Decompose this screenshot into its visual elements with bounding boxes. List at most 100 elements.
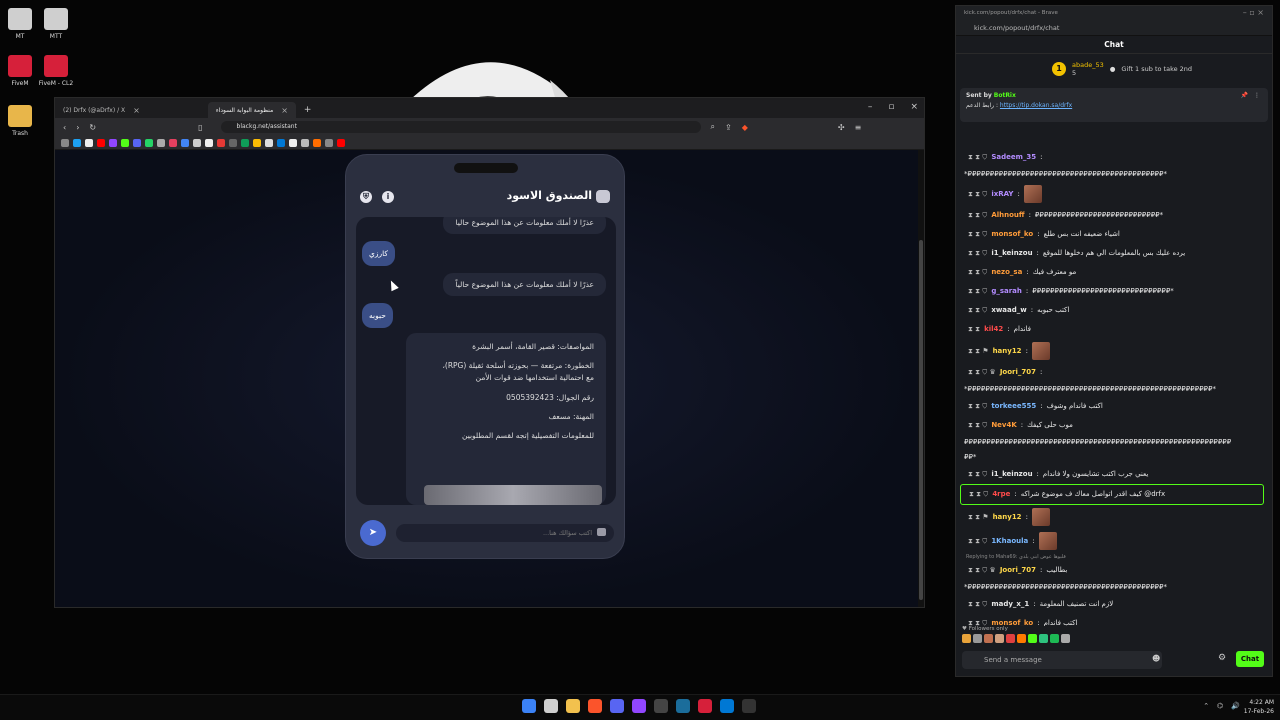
brave-shield-icon[interactable]: ◆	[742, 123, 748, 132]
bookmark-icon[interactable]	[265, 138, 273, 147]
chat-username[interactable]: Nev4K	[991, 419, 1016, 432]
bookmark-icon[interactable]	[313, 138, 321, 147]
bookmark-icon[interactable]	[157, 138, 165, 147]
chat-username[interactable]: ixRAY	[991, 188, 1013, 201]
vscode-icon[interactable]	[720, 699, 734, 713]
chat-username[interactable]: xwaad_w	[991, 304, 1026, 317]
chat-username[interactable]: mady_x_1	[991, 598, 1029, 611]
bookmark-icon[interactable]	[325, 138, 333, 147]
more-icon[interactable]: ⋮	[1254, 92, 1260, 99]
chat-message-input[interactable]	[962, 651, 1162, 669]
chat-username[interactable]: Joori_707	[1000, 564, 1036, 577]
desktop-icon-trash[interactable]: Trash	[0, 105, 40, 137]
emote-icon[interactable]	[962, 634, 971, 643]
gift-leaderboard[interactable]: 1 abade_53 5 ● Gift 1 sub to take 2nd	[956, 54, 1272, 84]
bookmark-icon[interactable]	[253, 138, 261, 147]
maximize-icon[interactable]: ▫	[888, 102, 894, 112]
discord-icon[interactable]	[610, 699, 624, 713]
chat-username[interactable]: hany12	[993, 345, 1022, 358]
pin-icon[interactable]: 📌	[1241, 92, 1248, 99]
bookmark-icon[interactable]	[97, 138, 105, 147]
chat-username[interactable]: i1_keinzou	[991, 247, 1032, 260]
desktop-icon-fivem[interactable]: FiveM	[0, 55, 40, 87]
bookmark-icon[interactable]	[277, 138, 285, 147]
bookmark-icon[interactable]	[193, 138, 201, 147]
chat-username[interactable]: 1Khaoula	[991, 535, 1028, 548]
bookmark-icon[interactable]	[121, 138, 129, 147]
network-icon[interactable]: ⌬	[1217, 702, 1223, 710]
new-tab-button[interactable]: +	[304, 105, 312, 115]
reload-icon[interactable]: ↻	[89, 123, 96, 132]
url-field[interactable]: kick.com/popout/drfx/chat	[956, 20, 1272, 36]
bookmark-icon[interactable]	[85, 138, 93, 147]
bookmark-icon[interactable]	[181, 138, 189, 147]
settings-icon[interactable]: ⚙	[1218, 653, 1226, 663]
attach-icon[interactable]	[597, 528, 606, 536]
emote-icon[interactable]	[984, 634, 993, 643]
chat-username[interactable]: nezo_sa	[991, 266, 1022, 279]
desktop-icon-fivem-cl2[interactable]: FiveM - CL2	[36, 55, 76, 87]
emote-icon[interactable]	[1039, 634, 1048, 643]
file-explorer-icon[interactable]	[566, 699, 580, 713]
back-icon[interactable]: ‹	[63, 123, 66, 132]
bookmark-icon[interactable]	[229, 138, 237, 147]
chat-username[interactable]: 4rpe	[992, 488, 1010, 501]
info-icon[interactable]: i	[382, 191, 394, 203]
windows-start-icon[interactable]	[522, 699, 536, 713]
close-icon[interactable]: ×	[281, 106, 288, 115]
reply-note[interactable]: Replying to Maha69: قلبوها عوض ابني بلدي	[956, 553, 1268, 561]
bookmark-icon[interactable]	[133, 138, 141, 147]
twitch-icon[interactable]	[632, 699, 646, 713]
bookmark-icon[interactable]	[217, 138, 225, 147]
emote-icon[interactable]	[1017, 634, 1026, 643]
menu-icon[interactable]: ≡	[855, 123, 862, 132]
chat-username[interactable]: Alhnouff	[991, 209, 1024, 222]
emote-icon[interactable]	[1061, 634, 1070, 643]
question-input[interactable]	[396, 524, 614, 542]
bookmark-icon[interactable]	[241, 138, 249, 147]
brave-browser-icon[interactable]	[588, 699, 602, 713]
send-button[interactable]: ➤	[360, 520, 386, 546]
fivem-icon[interactable]	[698, 699, 712, 713]
send-chat-button[interactable]: Chat	[1236, 651, 1264, 667]
chat-username[interactable]: kil42	[984, 323, 1003, 336]
scrollbar-thumb[interactable]	[919, 240, 923, 600]
chat-username[interactable]: Sadeem_35	[991, 151, 1036, 164]
desktop-icon-mt[interactable]: MT	[0, 8, 40, 40]
suspect-image[interactable]	[424, 485, 602, 505]
github-icon[interactable]	[654, 699, 668, 713]
bookmark-icon[interactable]: ▯	[198, 123, 202, 132]
forward-icon[interactable]: ›	[76, 123, 79, 132]
chat-username[interactable]: monsof_ko	[991, 228, 1033, 241]
bookmark-icon[interactable]	[289, 138, 297, 147]
chat-username[interactable]: i1_keinzou	[991, 468, 1032, 481]
chat-username[interactable]: hany12	[993, 511, 1022, 524]
chat-area[interactable]: عذرًا لا أملك معلومات عن هذا الموضوع حال…	[356, 217, 616, 505]
emote-icon[interactable]	[973, 634, 982, 643]
pinned-link[interactable]: https://tip.dokan.sa/drfx	[1000, 102, 1072, 109]
emote-icon[interactable]	[1028, 634, 1037, 643]
bookmark-icon[interactable]	[301, 138, 309, 147]
bookmark-icon[interactable]	[145, 138, 153, 147]
emote-icon[interactable]	[1050, 634, 1059, 643]
desktop-icon-mtt[interactable]: MTT	[36, 8, 76, 40]
terminal-icon[interactable]	[742, 699, 756, 713]
extensions-icon[interactable]: ✣	[838, 123, 845, 132]
shield-icon[interactable]: ⛨	[360, 191, 372, 203]
tab-blackbox[interactable]: منظومة البوابة السوداء ×	[207, 102, 296, 118]
bookmark-icon[interactable]	[205, 138, 213, 147]
close-icon[interactable]: ×	[133, 106, 140, 115]
minimize-icon[interactable]: –	[868, 102, 873, 112]
steam-icon[interactable]	[676, 699, 690, 713]
zoom-icon[interactable]: ⌕	[711, 122, 715, 132]
chat-username[interactable]: g_sarah	[991, 285, 1022, 298]
calendar-icon[interactable]	[544, 699, 558, 713]
chat-username[interactable]: Joori_707	[1000, 366, 1036, 379]
url-field[interactable]: blackg.net/assistant	[220, 121, 701, 133]
emote-icon[interactable]	[995, 634, 1004, 643]
bookmark-icon[interactable]	[109, 138, 117, 147]
bookmark-icon[interactable]	[73, 138, 81, 147]
scrollbar[interactable]	[918, 150, 924, 607]
chat-username[interactable]: monsof_ko	[991, 617, 1033, 626]
share-icon[interactable]: ⇪	[725, 123, 732, 132]
